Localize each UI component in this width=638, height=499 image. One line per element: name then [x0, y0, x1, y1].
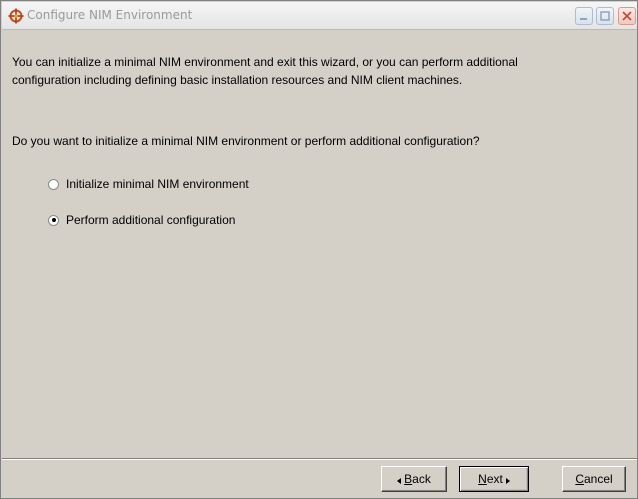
next-button[interactable]: Next [459, 466, 529, 492]
configure-nim-window: Configure NIM Environment You can initia… [0, 0, 638, 499]
radio-selected-dot [51, 218, 56, 222]
radio-button-selected[interactable] [48, 214, 59, 226]
back-button[interactable]: Back [381, 466, 447, 492]
cancel-label: ancel [583, 472, 613, 486]
option-initialize-minimal[interactable]: Initialize minimal NIM environment [48, 176, 249, 192]
window-title: Configure NIM Environment [27, 8, 193, 22]
intro-text: You can initialize a minimal NIM environ… [12, 55, 518, 87]
next-mnemonic: N [478, 472, 487, 486]
radio-button-unselected[interactable] [48, 178, 59, 190]
option-label: Initialize minimal NIM environment [66, 177, 249, 191]
wizard-content: You can initialize a minimal NIM environ… [2, 30, 637, 458]
maximize-button[interactable] [596, 7, 614, 25]
minimize-icon [580, 18, 587, 20]
close-icon [622, 11, 632, 21]
close-button[interactable] [618, 7, 636, 25]
option-label: Perform additional configuration [66, 213, 236, 227]
cancel-button[interactable]: Cancel [562, 466, 626, 492]
option-perform-additional[interactable]: Perform additional configuration [48, 212, 235, 228]
back-label: ack [412, 472, 431, 486]
button-bar: Back Next Cancel [2, 458, 637, 498]
maximize-icon [600, 11, 610, 21]
nim-app-icon [8, 8, 24, 24]
arrow-left-icon [397, 477, 402, 484]
minimize-button[interactable] [575, 7, 593, 25]
question-text: Do you want to initialize a minimal NIM … [12, 134, 480, 148]
cancel-mnemonic: C [575, 472, 584, 486]
title-bar[interactable]: Configure NIM Environment [2, 2, 637, 30]
back-mnemonic: B [404, 472, 413, 486]
arrow-right-icon [505, 477, 510, 484]
next-label: ext [486, 472, 503, 486]
